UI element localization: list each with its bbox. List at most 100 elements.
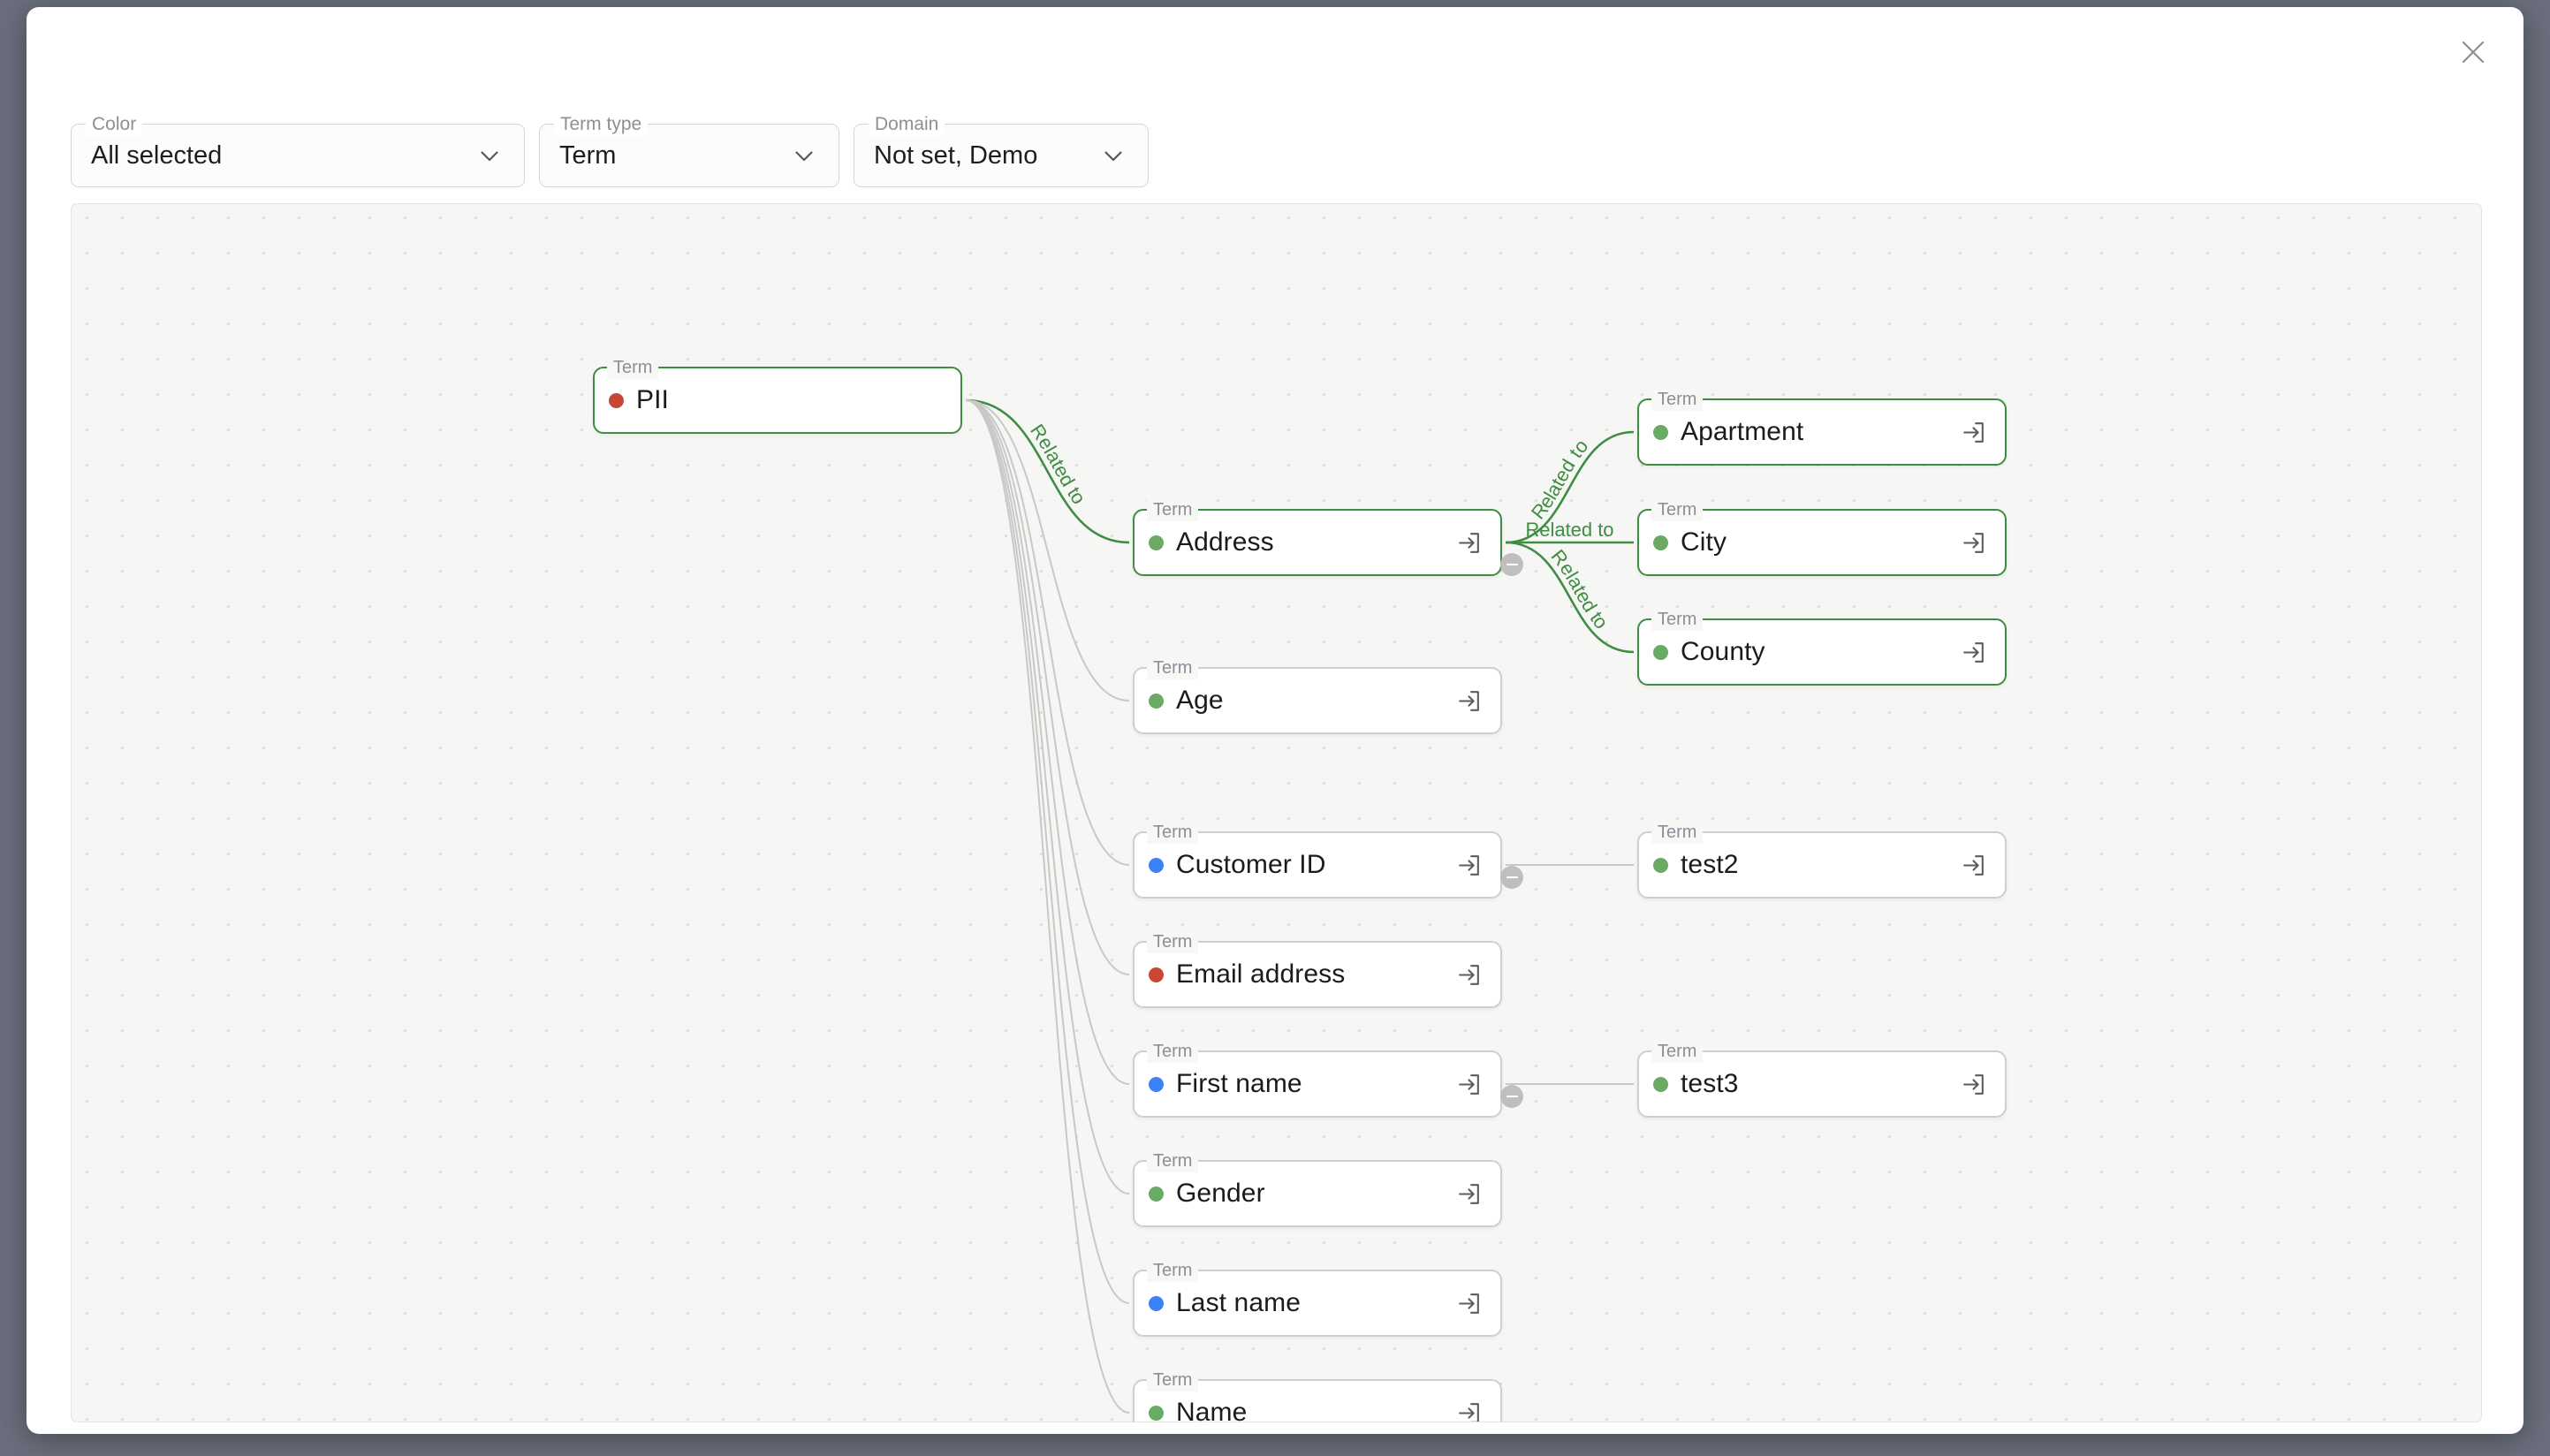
node-color-dot-green [1653,1076,1668,1092]
close-icon[interactable] [2448,27,2499,78]
color-filter-value: All selected [91,140,223,170]
graph-node-address[interactable]: Term Address [1133,499,1502,576]
open-in-panel-icon[interactable] [1455,852,1483,879]
graph-node-name[interactable]: Term Name [1133,1369,1502,1423]
node-type-label: Term [1147,657,1199,679]
node-color-dot-green [1653,535,1668,550]
graph-modal: Color All selected Term type Term Domain… [27,7,2523,1434]
node-label: Address [1176,527,1274,557]
chevron-down-icon [795,151,813,162]
graph-edge-pii-to-gender [965,399,1130,1194]
open-in-panel-icon[interactable] [1960,852,1987,879]
customer-id-collapse-button[interactable] [1500,866,1523,889]
node-label: County [1681,637,1765,666]
term-type-filter-select[interactable]: Term type Term [539,113,839,187]
node-color-dot-green [1653,857,1668,873]
edge-label: Related to [1547,545,1613,633]
domain-filter-label: Domain [869,113,945,136]
node-type-label: Term [1147,931,1199,953]
graph-node-apartment[interactable]: Term Apartment [1637,389,2007,466]
open-in-panel-icon[interactable] [1455,529,1483,557]
edge-label: Related to [1525,519,1613,541]
node-color-dot-red [1149,967,1164,982]
filter-bar: Color All selected Term type Term Domain… [71,113,1149,187]
open-in-panel-icon[interactable] [1960,639,1987,666]
node-label: PII [636,385,669,414]
graph-edge-pii-to-email [965,399,1130,975]
color-filter-select[interactable]: Color All selected [71,113,525,187]
node-type-label: Term [1651,822,1704,844]
domain-filter-value: Not set, Demo [874,140,1038,170]
node-label: Age [1176,686,1224,715]
graph-node-last_name[interactable]: Term Last name [1133,1260,1502,1337]
graph-edge-pii-to-last_name [965,399,1130,1304]
graph-canvas[interactable]: Related to Related to Related to Related to… [71,203,2482,1422]
graph-node-gender[interactable]: Term Gender [1133,1150,1502,1227]
graph-node-email[interactable]: Term Email address [1133,931,1502,1008]
node-type-label: Term [1147,1369,1199,1392]
open-in-panel-icon[interactable] [1455,1399,1483,1423]
open-in-panel-icon[interactable] [1960,419,1987,446]
address-collapse-button[interactable] [1500,553,1523,576]
chevron-down-icon [481,151,498,162]
node-color-dot-green [1149,535,1164,550]
graph-node-test3[interactable]: Term test3 [1637,1041,2007,1118]
graph-node-test2[interactable]: Term test2 [1637,822,2007,899]
node-type-label: Term [1651,609,1704,631]
graph-edge-pii-to-name [965,399,1130,1414]
graph-edge-address-to-city: Related to [1506,519,1634,544]
node-color-dot-green [1653,644,1668,660]
node-type-label: Term [1147,1041,1199,1063]
node-color-dot-green [1653,424,1668,440]
graph-node-city[interactable]: Term City [1637,499,2007,576]
open-in-panel-icon[interactable] [1455,961,1483,989]
domain-filter-select[interactable]: Domain Not set, Demo [854,113,1149,187]
node-type-label: Term [1147,499,1199,521]
open-in-panel-icon[interactable] [1960,1071,1987,1098]
color-filter-label: Color [86,113,143,136]
node-label: test2 [1681,850,1739,879]
node-label: test3 [1681,1069,1739,1098]
node-color-dot-green [1149,1405,1164,1421]
edge-layer: Related toRelated toRelated toRelated to [965,398,1635,1414]
node-type-label: Term [1147,822,1199,844]
open-in-panel-icon[interactable] [1455,1290,1483,1317]
node-label: Gender [1176,1179,1265,1208]
node-label: Customer ID [1176,850,1326,879]
graph-node-pii[interactable]: Term PII [593,357,962,434]
graph-node-age[interactable]: Term Age [1133,657,1502,734]
first-name-collapse-button[interactable] [1500,1085,1523,1108]
graph-node-customer_id[interactable]: Term Customer ID [1133,822,1502,899]
node-type-label: Term [1651,389,1704,411]
node-type-label: Term [1651,499,1704,521]
node-color-dot-green [1149,693,1164,709]
node-label: Email address [1176,959,1346,989]
node-type-label: Term [607,357,659,379]
close-icon-glyph [2462,41,2485,64]
node-label: Name [1176,1398,1248,1422]
graph-edge-pii-to-first_name [965,399,1130,1085]
graph-node-first_name[interactable]: Term First name [1133,1041,1502,1118]
graph-edge-pii-to-age [965,399,1130,701]
chevron-down-icon [1104,151,1122,162]
open-in-panel-icon[interactable] [1455,1180,1483,1208]
graph-node-county[interactable]: Term County [1637,609,2007,686]
node-label: First name [1176,1069,1302,1098]
open-in-panel-icon[interactable] [1960,529,1987,557]
node-color-dot-blue [1149,1076,1164,1092]
node-type-label: Term [1147,1150,1199,1172]
node-label: City [1681,527,1727,557]
open-in-panel-icon[interactable] [1455,1071,1483,1098]
term-type-filter-label: Term type [554,113,649,136]
open-in-panel-icon[interactable] [1455,687,1483,715]
node-color-dot-green [1149,1186,1164,1202]
graph-edge-address-to-apartment: Related to [1505,430,1635,544]
edge-label: Related to [1026,420,1090,508]
node-label: Last name [1176,1288,1301,1317]
graph-edge-pii-to-customer_id [965,399,1130,866]
graph-edge-address-to-county: Related to [1505,541,1635,654]
edge-label: Related to [1527,435,1592,523]
node-type-label: Term [1147,1260,1199,1282]
term-type-filter-value: Term [559,140,617,170]
graph-edge-pii-to-address: Related to [965,398,1130,544]
